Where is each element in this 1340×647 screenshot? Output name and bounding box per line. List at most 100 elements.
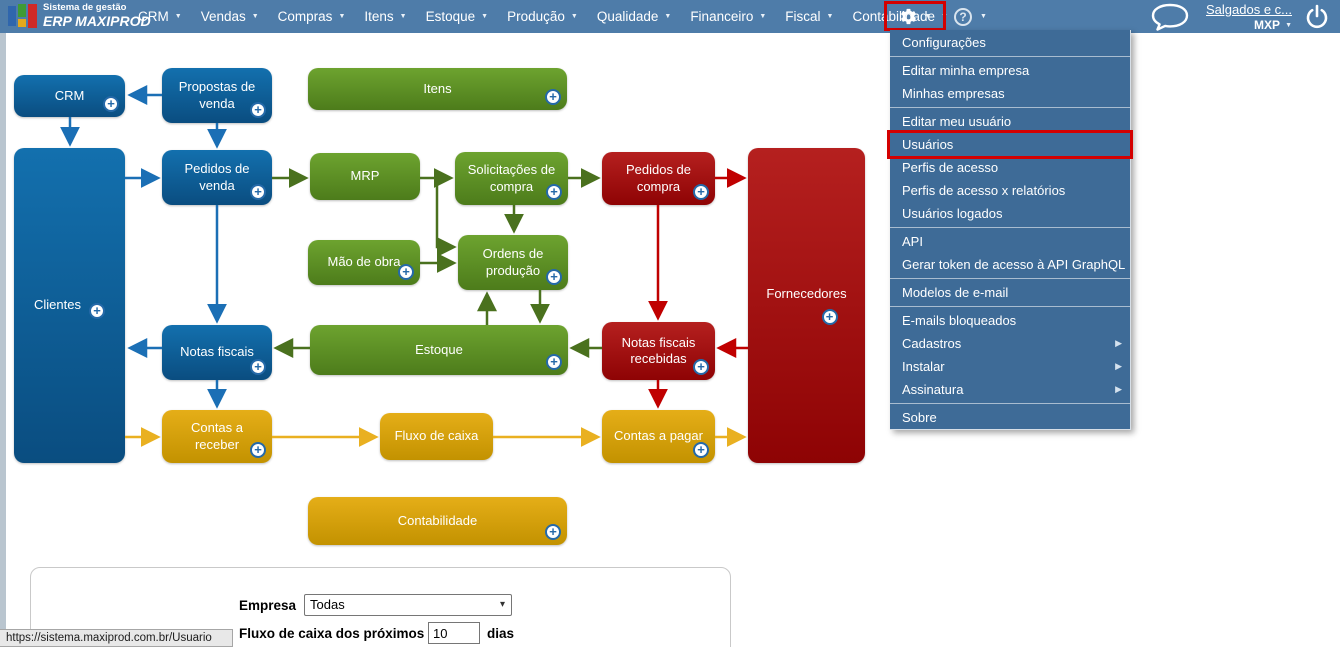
menu-item-sobre[interactable]: Sobre — [890, 406, 1130, 429]
diagram-node-ordens-de-producao[interactable]: Ordens de produção + — [458, 235, 568, 290]
menu-item-instalar[interactable]: Instalar ▶ — [890, 355, 1130, 378]
nav-item-producao[interactable]: Produção ▼ — [507, 9, 578, 24]
menu-item-usuarios-logados[interactable]: Usuários logados — [890, 202, 1130, 225]
gear-icon[interactable] — [899, 7, 918, 26]
plus-icon[interactable]: + — [545, 89, 561, 105]
logo-blocks-icon — [8, 2, 37, 30]
diagram-node-propostas-de-venda[interactable]: Propostas de venda + — [162, 68, 272, 123]
menu-separator — [890, 227, 1130, 228]
menu-item-assinatura[interactable]: Assinatura ▶ — [890, 378, 1130, 401]
nav-item-compras[interactable]: Compras ▼ — [278, 9, 346, 24]
plus-icon[interactable]: + — [693, 184, 709, 200]
caret-down-icon: ▼ — [664, 13, 672, 20]
empresa-label: Empresa — [239, 598, 297, 613]
menu-item-modelos-de-email[interactable]: Modelos de e-mail — [890, 281, 1130, 304]
settings-dropdown-menu: Configurações Editar minha empresa Minha… — [887, 30, 1133, 430]
caret-down-icon[interactable]: ▼ — [980, 13, 987, 20]
plus-icon[interactable]: + — [546, 269, 562, 285]
plus-icon[interactable]: + — [250, 184, 266, 200]
menu-item-emails-bloqueados[interactable]: E-mails bloqueados — [890, 309, 1130, 332]
diagram-node-fluxo-de-caixa[interactable]: Fluxo de caixa — [380, 413, 493, 460]
diagram-node-notas-fiscais-recebidas[interactable]: Notas fiscais recebidas + — [602, 322, 715, 380]
diagram-node-solicitacoes-de-compra[interactable]: Solicitações de compra + — [455, 152, 568, 205]
diagram-node-fornecedores[interactable]: Fornecedores + — [748, 148, 865, 463]
caret-down-icon: ▼ — [251, 13, 259, 20]
main-menu: CRM ▼ Vendas ▼ Compras ▼ Itens ▼ Estoque ▼ Pr… — [138, 0, 948, 33]
menu-item-perfis-de-acesso-x-relatorios[interactable]: Perfis de acesso x relatórios — [890, 179, 1130, 202]
company-switcher[interactable]: MXP ▼ — [1162, 18, 1292, 32]
fluxo-caixa-label: Fluxo de caixa dos próximos — [239, 626, 425, 641]
logo-brand: ERP MAXIPROD — [43, 12, 151, 29]
menu-item-cadastros[interactable]: Cadastros ▶ — [890, 332, 1130, 355]
top-navbar: Sistema de gestão ERP MAXIPROD CRM ▼ Vend… — [0, 0, 1340, 33]
nav-item-vendas[interactable]: Vendas ▼ — [201, 9, 259, 24]
plus-icon[interactable]: + — [398, 264, 414, 280]
plus-icon[interactable]: + — [250, 359, 266, 375]
plus-icon[interactable]: + — [250, 442, 266, 458]
caret-down-icon: ▼ — [826, 13, 834, 20]
menu-item-editar-meu-usuario[interactable]: Editar meu usuário — [890, 110, 1130, 133]
menu-separator — [890, 306, 1130, 307]
account-link[interactable]: Salgados e c... — [1162, 2, 1292, 17]
power-icon[interactable] — [1304, 4, 1330, 30]
submenu-arrow-icon: ▶ — [1115, 361, 1122, 371]
caret-down-icon: ▼ — [570, 13, 578, 20]
diagram-node-clientes[interactable]: Clientes + — [14, 148, 125, 463]
settings-highlight-frame[interactable]: ▼ — [884, 1, 946, 31]
status-url-tooltip: https://sistema.maxiprod.com.br/Usuario — [0, 629, 233, 647]
plus-icon[interactable]: + — [693, 442, 709, 458]
help-icon[interactable]: ? — [954, 7, 972, 26]
select-caret-icon: ▾ — [499, 599, 505, 610]
menu-item-gerar-token-api-graphql[interactable]: Gerar token de acesso à API GraphQL — [890, 253, 1130, 276]
menu-separator — [890, 278, 1130, 279]
plus-icon[interactable]: + — [693, 359, 709, 375]
menu-separator — [890, 107, 1130, 108]
caret-down-icon: ▼ — [481, 13, 489, 20]
left-edge-strip — [0, 33, 6, 647]
caret-down-icon: ▼ — [174, 13, 182, 20]
diagram-node-pedidos-de-venda[interactable]: Pedidos de venda + — [162, 150, 272, 205]
diagram-node-contas-a-receber[interactable]: Contas a receber + — [162, 410, 272, 463]
plus-icon[interactable]: + — [546, 354, 562, 370]
caret-down-icon: ▼ — [338, 13, 346, 20]
nav-item-estoque[interactable]: Estoque ▼ — [426, 9, 488, 24]
user-account-block: Salgados e c... MXP ▼ — [1162, 2, 1292, 32]
nav-item-crm[interactable]: CRM ▼ — [138, 9, 182, 24]
diagram-node-notas-fiscais[interactable]: Notas fiscais + — [162, 325, 272, 380]
menu-item-configuracoes[interactable]: Configurações — [890, 31, 1130, 54]
plus-icon[interactable]: + — [821, 308, 838, 325]
dias-label: dias — [487, 626, 515, 641]
caret-down-icon: ▼ — [1285, 21, 1292, 29]
caret-down-icon[interactable]: ▼ — [925, 13, 932, 20]
app-logo: Sistema de gestão ERP MAXIPROD — [8, 2, 151, 30]
nav-item-itens[interactable]: Itens ▼ — [364, 9, 406, 24]
nav-item-financeiro[interactable]: Financeiro ▼ — [690, 9, 766, 24]
nav-item-qualidade[interactable]: Qualidade ▼ — [597, 9, 672, 24]
menu-item-perfis-de-acesso[interactable]: Perfis de acesso — [890, 156, 1130, 179]
diagram-node-mrp[interactable]: MRP — [310, 153, 420, 200]
diagram-node-contabilidade[interactable]: Contabilidade + — [308, 497, 567, 545]
plus-icon[interactable]: + — [88, 302, 105, 319]
menu-item-api[interactable]: API — [890, 230, 1130, 253]
diagram-node-pedidos-de-compra[interactable]: Pedidos de compra + — [602, 152, 715, 205]
caret-down-icon: ▼ — [759, 13, 767, 20]
menu-item-usuarios[interactable]: Usuários — [887, 130, 1133, 159]
plus-icon[interactable]: + — [546, 184, 562, 200]
submenu-arrow-icon: ▶ — [1115, 384, 1122, 394]
help-menu[interactable]: ? ▼ — [954, 0, 987, 33]
plus-icon[interactable]: + — [103, 96, 119, 112]
empresa-select[interactable]: Todas ▾ — [304, 594, 512, 616]
diagram-node-estoque[interactable]: Estoque + — [310, 325, 568, 375]
menu-item-editar-minha-empresa[interactable]: Editar minha empresa — [890, 59, 1130, 82]
submenu-arrow-icon: ▶ — [1115, 338, 1122, 348]
diagram-node-itens[interactable]: Itens + — [308, 68, 567, 110]
plus-icon[interactable]: + — [250, 102, 266, 118]
diagram-node-crm[interactable]: CRM + — [14, 75, 125, 117]
diagram-node-mao-de-obra[interactable]: Mão de obra + — [308, 240, 420, 285]
nav-item-fiscal[interactable]: Fiscal ▼ — [785, 9, 833, 24]
plus-icon[interactable]: + — [545, 524, 561, 540]
fluxo-dias-input[interactable] — [428, 622, 480, 644]
menu-item-minhas-empresas[interactable]: Minhas empresas — [890, 82, 1130, 105]
logo-tagline: Sistema de gestão — [43, 2, 127, 14]
diagram-node-contas-a-pagar[interactable]: Contas a pagar + — [602, 410, 715, 463]
